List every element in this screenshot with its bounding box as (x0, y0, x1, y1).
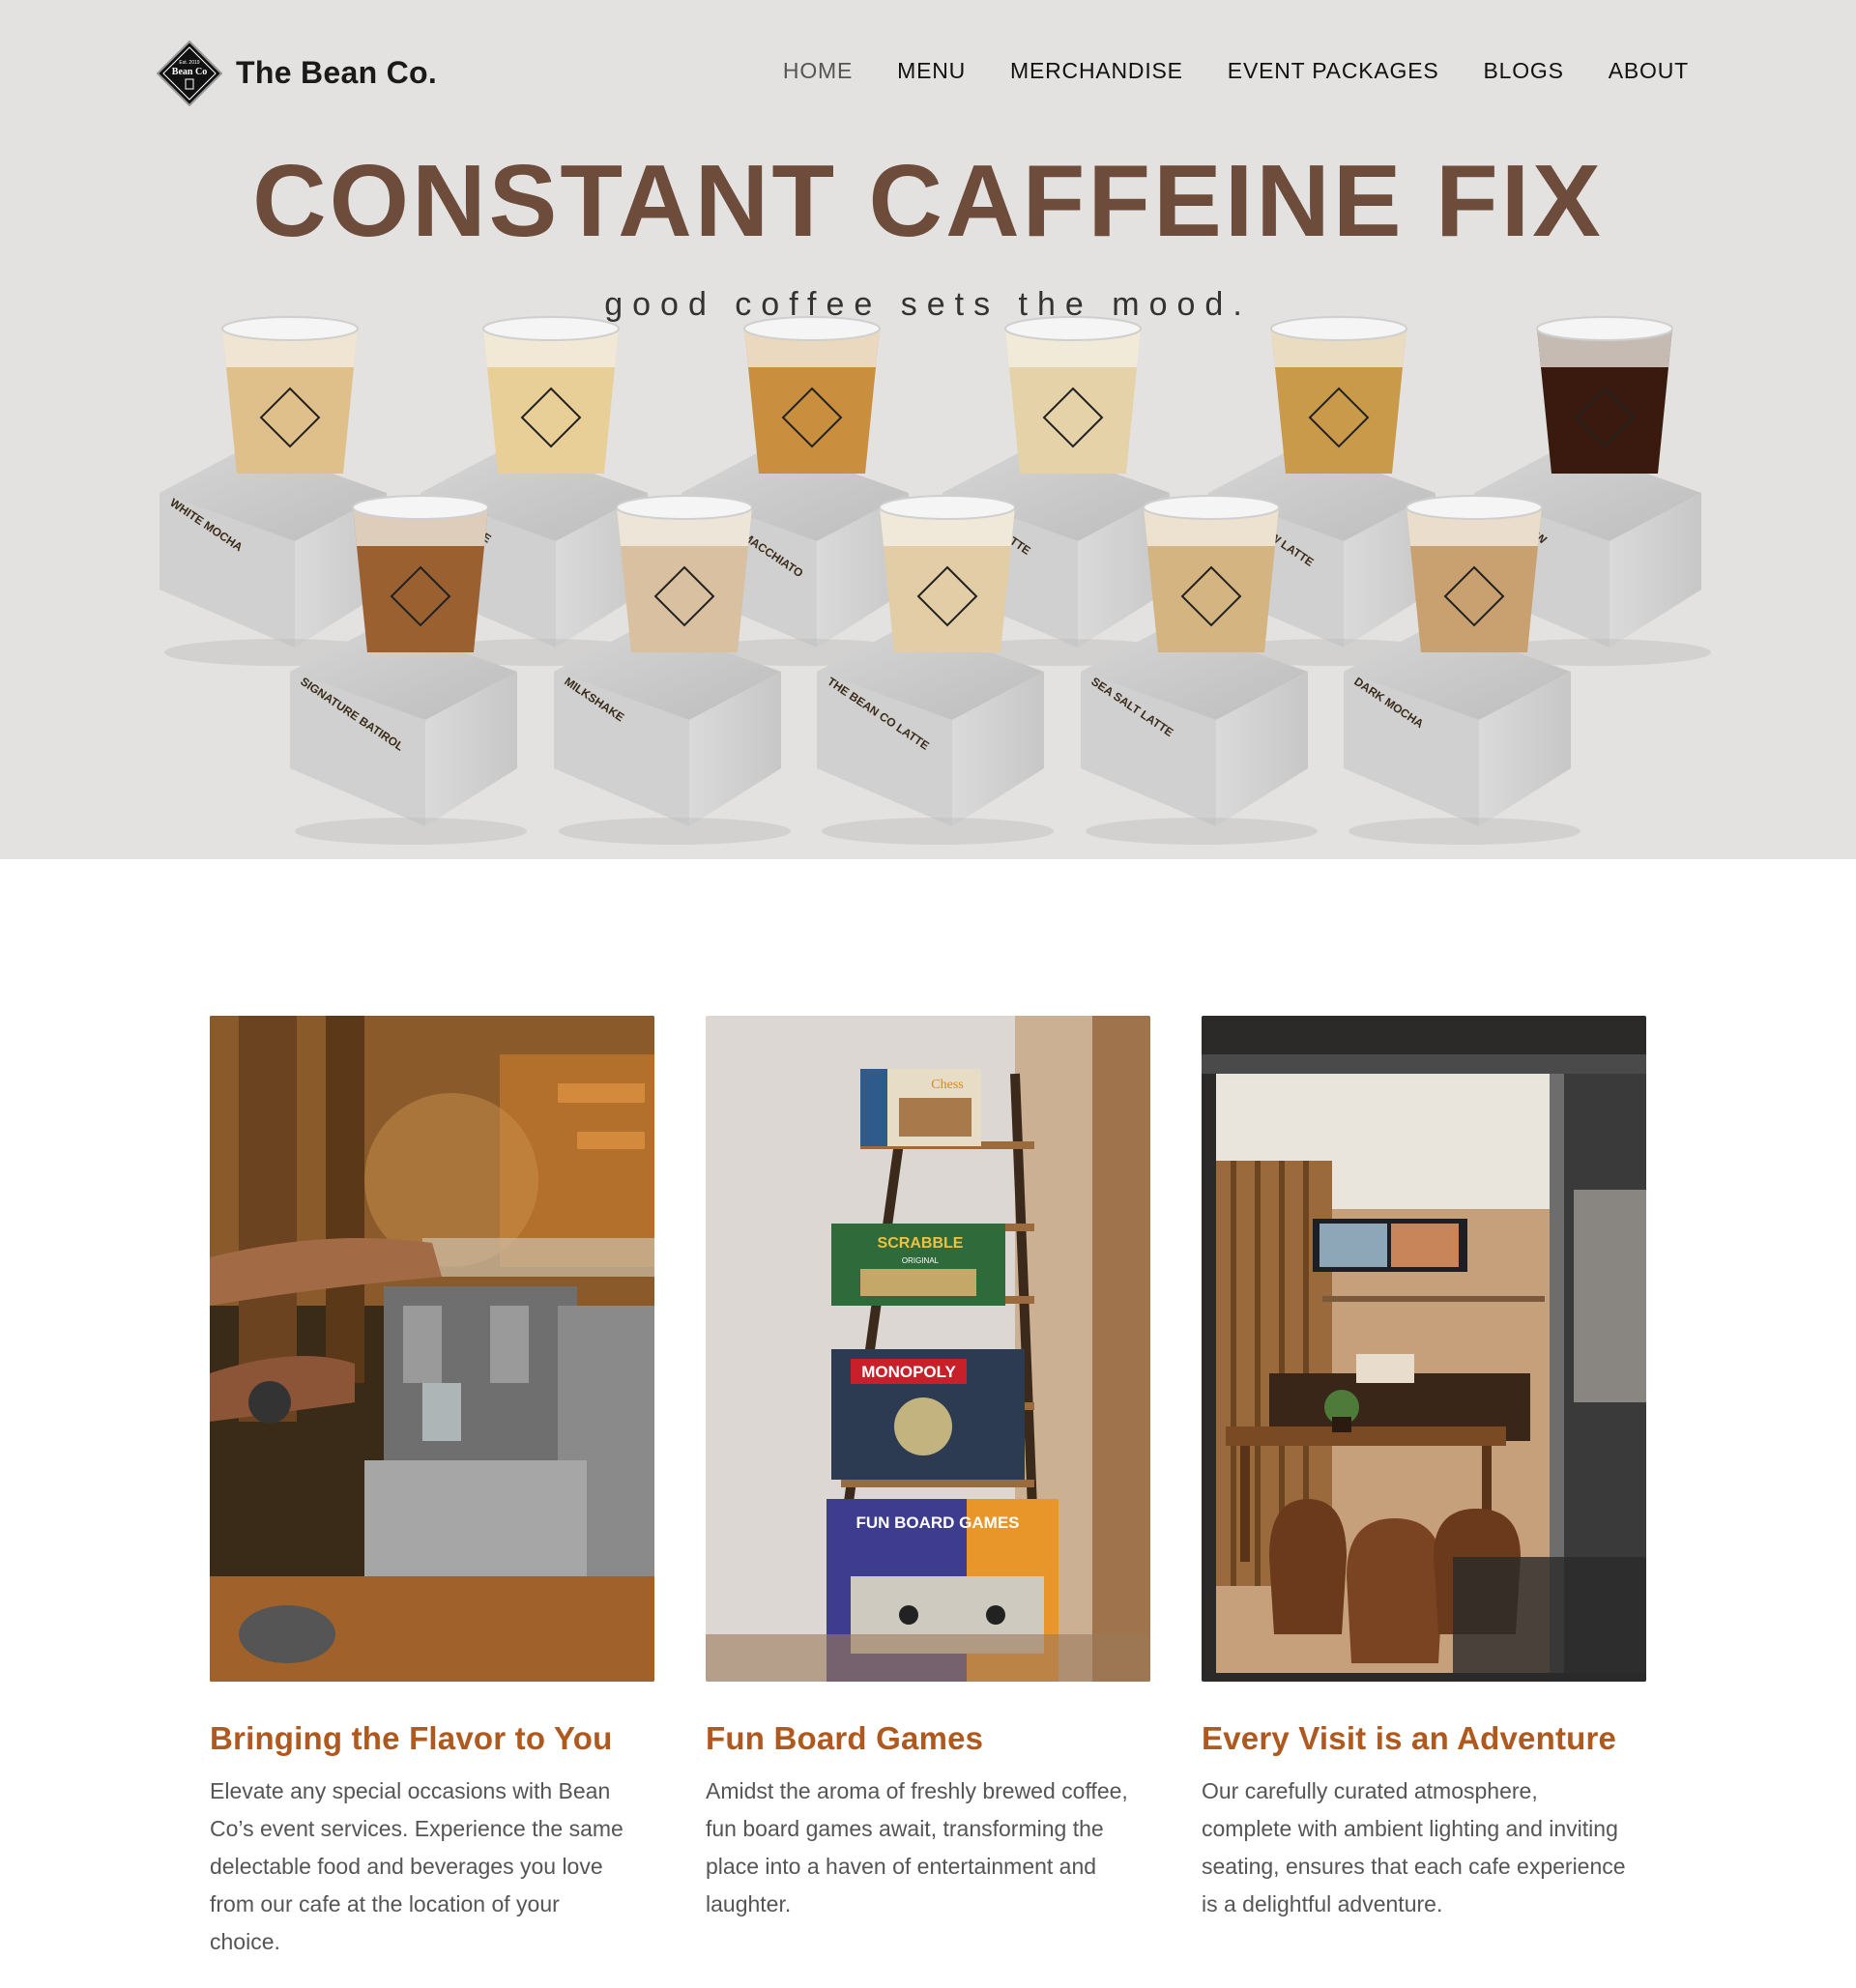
barista-espresso-photo (210, 1016, 654, 1682)
nav-blogs[interactable]: BLOGS (1484, 58, 1564, 84)
monopoly-box-label: MONOPOLY (861, 1363, 956, 1381)
drinks-display-image: WHITE MOCHAFLAT WHITECARAMEL MACCHIATOSP… (160, 316, 1711, 845)
site-header: Est. 2019 Bean Co The Bean Co. HOME MENU… (0, 0, 1856, 145)
scrabble-box-sublabel: ORIGINAL (902, 1256, 940, 1265)
hero-section: Est. 2019 Bean Co The Bean Co. HOME MENU… (0, 0, 1856, 859)
card-board-games: Chess SCRABBLE ORIGINAL MONOPOLY FUN BOA… (706, 1016, 1150, 1923)
board-games-shelf-photo: Chess SCRABBLE ORIGINAL MONOPOLY FUN BOA… (706, 1016, 1150, 1682)
cafe-interior-photo (1202, 1016, 1646, 1682)
card-title: Fun Board Games (706, 1720, 984, 1756)
card-text: Our carefully curated atmosphere, comple… (1202, 1778, 1626, 1916)
chess-box-label: Chess (931, 1078, 963, 1092)
logo-icon[interactable]: Est. 2019 Bean Co (156, 40, 223, 107)
card-event-services: Bringing the Flavor to You Elevate any s… (210, 1016, 654, 1961)
logo-est-text: Est. 2019 (179, 60, 199, 66)
scrabble-box-label: SCRABBLE (878, 1235, 964, 1252)
nav-merchandise[interactable]: MERCHANDISE (1010, 58, 1183, 84)
card-atmosphere: Every Visit is an Adventure Our carefull… (1202, 1016, 1646, 1923)
card-text: Amidst the aroma of freshly brewed coffe… (706, 1778, 1128, 1916)
brand-name[interactable]: The Bean Co. (236, 55, 437, 91)
main-nav: HOME MENU MERCHANDISE EVENT PACKAGES BLO… (783, 58, 1689, 84)
nav-home[interactable]: HOME (783, 58, 853, 84)
nav-about[interactable]: ABOUT (1609, 58, 1689, 84)
nav-event-packages[interactable]: EVENT PACKAGES (1228, 58, 1439, 84)
nav-menu[interactable]: MENU (897, 58, 966, 84)
card-title: Bringing the Flavor to You (210, 1720, 613, 1756)
card-text: Elevate any special occasions with Bean … (210, 1778, 624, 1954)
hero-title: CONSTANT CAFFEINE FIX (252, 144, 1604, 258)
logo-name-text: Bean Co (172, 67, 207, 77)
card-title: Every Visit is an Adventure (1202, 1720, 1617, 1756)
drink-white-mocha: WHITE MOCHA (160, 316, 396, 666)
fun-board-games-box-label: FUN BOARD GAMES (856, 1513, 1019, 1532)
